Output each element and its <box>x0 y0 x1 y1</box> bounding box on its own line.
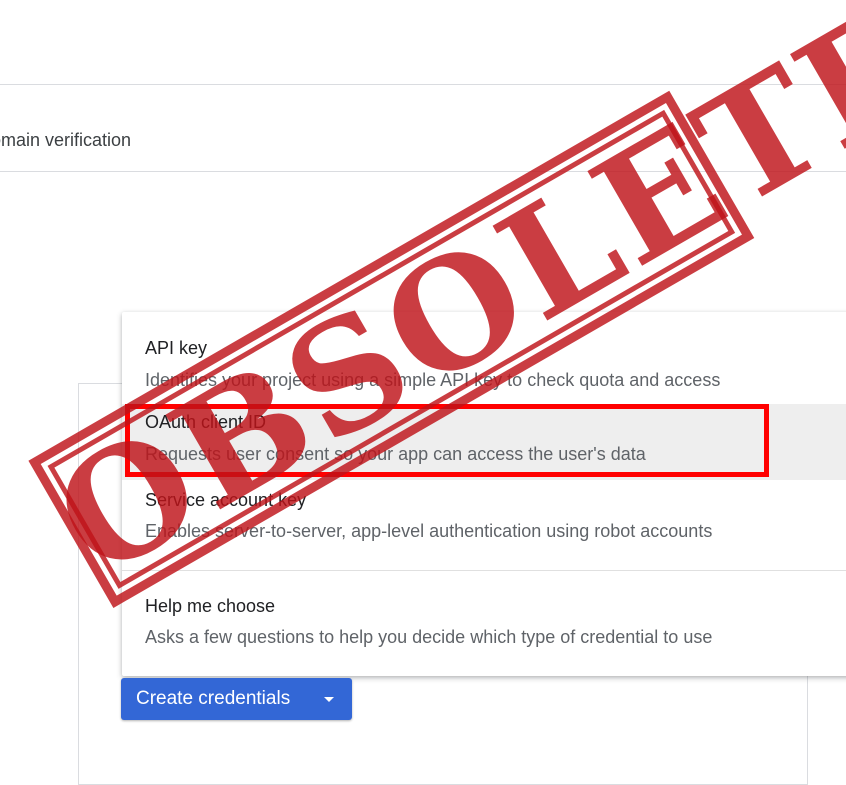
menu-item-title: API key <box>145 338 208 358</box>
menu-divider <box>122 570 846 571</box>
tab-domain-verification[interactable]: omain verification <box>0 130 131 151</box>
create-credentials-button[interactable]: Create credentials <box>121 678 352 720</box>
menu-item-description: Asks a few questions to help you decide … <box>145 627 713 647</box>
create-credentials-label: Create credentials <box>136 688 291 709</box>
caret-down-icon <box>324 697 334 702</box>
menu-item-help-me-choose[interactable]: Help me choose Asks a few questions to h… <box>122 578 846 668</box>
